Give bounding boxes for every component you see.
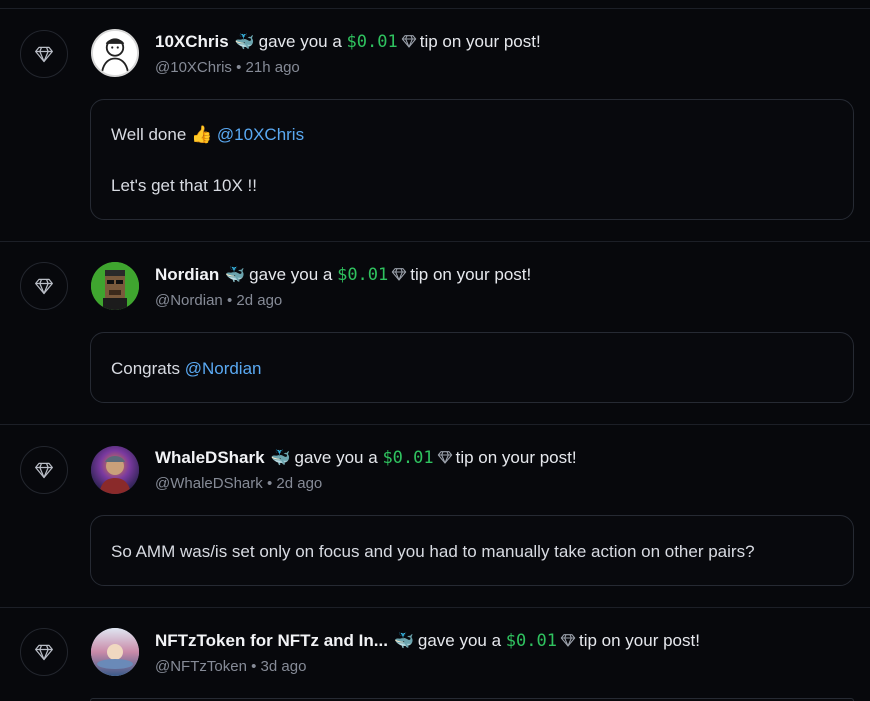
timestamp: 2d ago — [276, 475, 323, 492]
action-text: gave you a — [249, 265, 333, 284]
tip-amount: $0.01 — [382, 448, 434, 468]
message-card[interactable]: Well done 👍 @10XChris Let's get that 10X… — [90, 99, 854, 220]
user-name[interactable]: NFTzToken for NFTz and In... — [155, 631, 388, 650]
diamond-icon — [20, 30, 68, 78]
message-line: So AMM was/is set only on focus and you … — [111, 542, 755, 562]
notifications-feed: 10XChris 🐳 gave you a $0.01 tip on your pos… — [0, 0, 870, 701]
avatar[interactable] — [91, 262, 139, 310]
meta-line: @WhaleDShark • 2d ago — [155, 475, 322, 492]
suffix-text: tip on your post! — [419, 32, 541, 51]
tip-amount: $0.01 — [505, 631, 557, 651]
separator: • — [236, 59, 242, 76]
user-name[interactable]: 10XChris — [155, 32, 229, 51]
meta-line: @Nordian • 2d ago — [155, 292, 282, 309]
whale-icon: 🐳 — [270, 450, 291, 467]
message-text: Well done 👍 — [111, 125, 217, 144]
diamond-icon — [401, 35, 416, 48]
separator: • — [266, 475, 273, 492]
mention-link[interactable]: @10XChris — [217, 125, 304, 144]
action-text: gave you a — [258, 32, 342, 51]
divider — [0, 424, 870, 425]
divider — [0, 8, 870, 9]
timestamp: 2d ago — [236, 292, 283, 309]
mention-link[interactable]: @Nordian — [185, 359, 262, 378]
suffix-text: tip on your post! — [455, 448, 577, 467]
diamond-icon — [20, 446, 68, 494]
diamond-icon — [437, 451, 452, 464]
timestamp: 3d ago — [260, 658, 307, 675]
user-handle[interactable]: @NFTzToken — [155, 658, 247, 675]
diamond-icon — [392, 268, 407, 281]
notification-header: 10XChris 🐳 gave you a $0.01 tip on your pos… — [155, 31, 541, 54]
timestamp: 21h ago — [245, 59, 300, 76]
avatar[interactable] — [91, 628, 139, 676]
notification-header: NFTzToken for NFTz and In... 🐳 gave you a … — [155, 630, 700, 653]
action-text: gave you a — [417, 631, 502, 650]
message-line: Well done 👍 @10XChris — [111, 125, 304, 145]
user-handle[interactable]: @Nordian — [155, 292, 223, 309]
separator: • — [226, 292, 233, 309]
message-text: Let's get that 10X !! — [111, 176, 257, 195]
message-card[interactable]: So AMM was/is set only on focus and you … — [90, 515, 854, 586]
message-card[interactable]: Congrats @Nordian — [90, 332, 854, 403]
separator: • — [251, 658, 257, 675]
tip-amount: $0.01 — [337, 265, 389, 285]
whale-icon: 🐳 — [225, 267, 246, 284]
diamond-icon — [20, 262, 68, 310]
user-handle[interactable]: @WhaleDShark — [155, 475, 263, 492]
meta-line: @10XChris • 21h ago — [155, 59, 300, 76]
user-name[interactable]: WhaleDShark — [155, 448, 265, 467]
whale-icon: 🐳 — [393, 633, 414, 650]
suffix-text: tip on your post! — [578, 631, 700, 650]
tip-amount: $0.01 — [346, 32, 398, 52]
message-text: Congrats — [111, 359, 185, 378]
diamond-icon — [20, 628, 68, 676]
user-handle[interactable]: @10XChris — [155, 59, 232, 76]
avatar[interactable] — [91, 446, 139, 494]
message-text: So AMM was/is set only on focus and you … — [111, 542, 755, 561]
diamond-icon — [560, 634, 576, 647]
user-name[interactable]: Nordian — [155, 265, 219, 284]
suffix-text: tip on your post! — [410, 265, 532, 284]
notification-header: Nordian 🐳 gave you a $0.01 tip on your post… — [155, 264, 531, 287]
meta-line: @NFTzToken • 3d ago — [155, 658, 306, 675]
notification-header: WhaleDShark 🐳 gave you a $0.01 tip on your … — [155, 447, 577, 470]
message-line: Let's get that 10X !! — [111, 176, 257, 196]
action-text: gave you a — [294, 448, 378, 467]
divider — [0, 607, 870, 608]
avatar[interactable] — [91, 29, 139, 77]
whale-icon: 🐳 — [234, 34, 255, 51]
message-line: Congrats @Nordian — [111, 359, 262, 379]
divider — [0, 241, 870, 242]
